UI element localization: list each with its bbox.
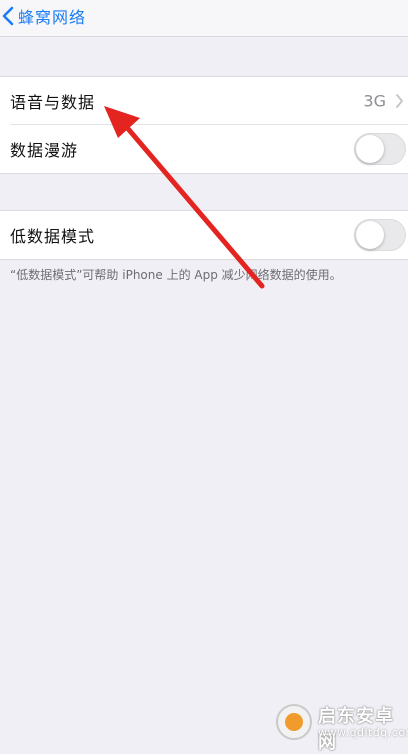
- data-roaming-toggle[interactable]: [354, 133, 406, 165]
- voice-data-value: 3G: [363, 91, 386, 111]
- watermark: 启东安卓网 www.qdltdq.com: [274, 700, 408, 753]
- voice-data-label: 语音与数据: [10, 93, 96, 112]
- data-roaming-label: 数据漫游: [10, 141, 79, 160]
- chevron-left-icon: [2, 6, 14, 26]
- low-data-mode-toggle[interactable]: [354, 219, 406, 251]
- low-data-mode-footer: “低数据模式”可帮助 iPhone 上的 App 减少网络数据的使用。: [10, 268, 342, 282]
- nav-bar: 蜂窝网络: [0, 0, 408, 37]
- watermark-url: www.qdltdq.com: [318, 726, 408, 739]
- toggle-knob: [356, 221, 384, 249]
- chevron-right-icon: [396, 94, 403, 108]
- settings-group-cellular: 语音与数据 3G 数据漫游: [0, 76, 408, 174]
- low-data-mode-label: 低数据模式: [10, 227, 96, 246]
- back-button-label: 蜂窝网络: [18, 8, 87, 27]
- data-roaming-row: 数据漫游: [0, 125, 408, 173]
- low-data-mode-row: 低数据模式: [0, 211, 408, 259]
- watermark-logo-icon: [276, 704, 312, 740]
- back-button[interactable]: 蜂窝网络: [2, 2, 86, 30]
- watermark-logo-center: [285, 713, 303, 731]
- toggle-knob: [356, 135, 384, 163]
- settings-group-low-data: 低数据模式: [0, 210, 408, 260]
- voice-data-row[interactable]: 语音与数据 3G: [0, 77, 408, 125]
